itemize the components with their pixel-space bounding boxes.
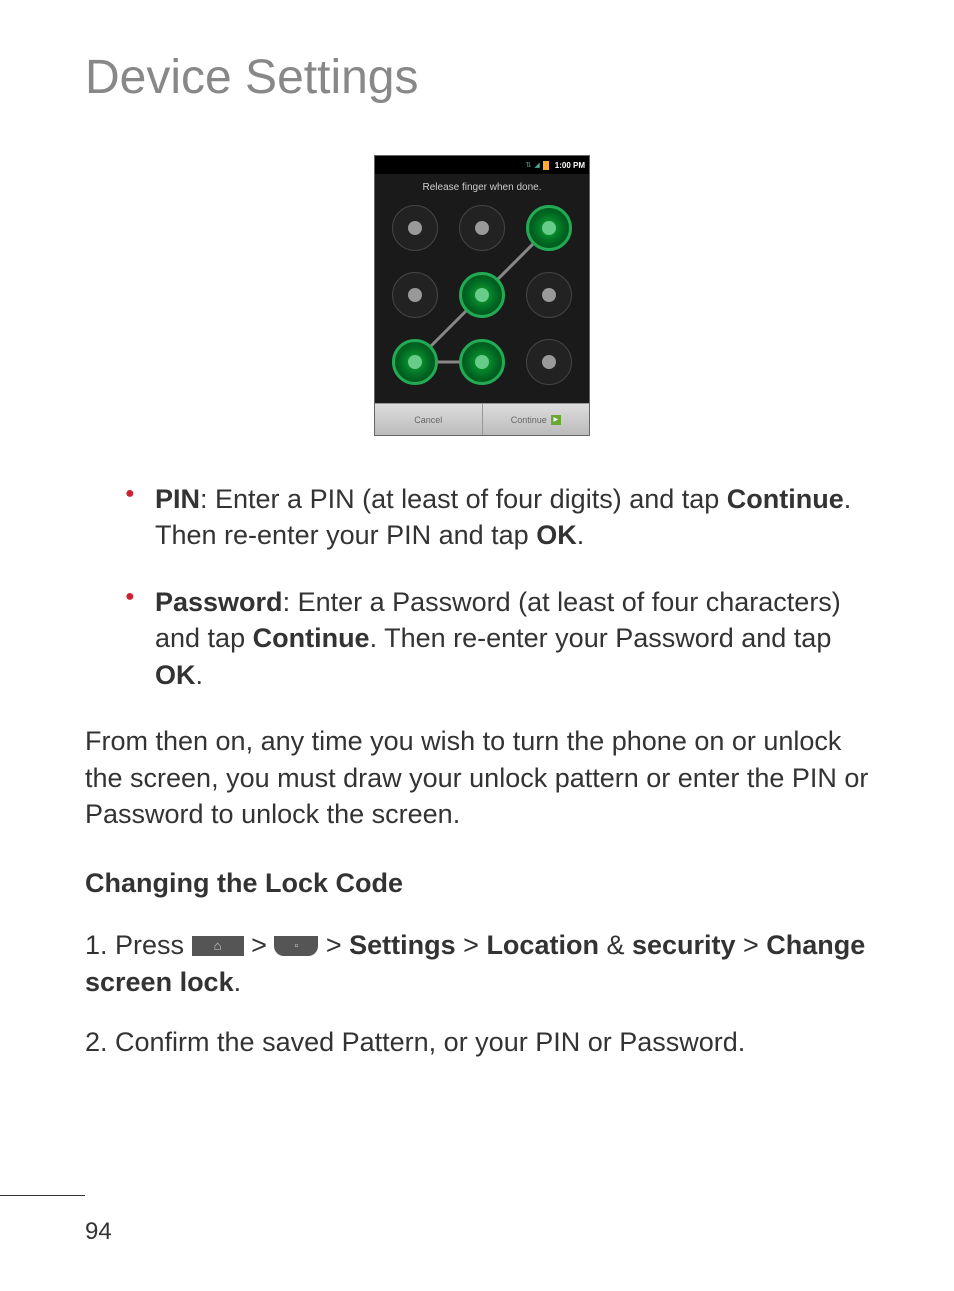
bold: Location [486,930,599,960]
phone-button-row: Cancel Continue ▶ [375,403,589,435]
bold: OK [536,520,577,550]
status-time: 1:00 PM [555,161,585,170]
pattern-dot-active [526,205,572,251]
pattern-grid [392,205,572,385]
pattern-dot [526,272,572,318]
bullet-pin: PIN: Enter a PIN (at least of four digit… [125,481,879,554]
page-number: 94 [85,1218,112,1246]
text: > [456,930,487,960]
text: . Then re-enter your Password and tap [370,623,832,653]
arrow-icon: ▶ [551,415,561,425]
status-bar: ⇅ ◢ 1:00 PM [375,156,589,174]
battery-icon [543,161,549,170]
network-icon: ⇅ [526,161,532,169]
bold: Continue [727,484,844,514]
continue-label: Continue [511,415,547,425]
pattern-dot-active [392,339,438,385]
pattern-dot [526,339,572,385]
pattern-dot [392,205,438,251]
text: . [234,967,242,997]
bold: OK [155,660,196,690]
text: > [736,930,767,960]
text: 1. Press [85,930,192,960]
text: . [577,520,585,550]
label: Password [155,587,283,617]
body-paragraph: From then on, any time you wish to turn … [85,723,879,832]
text: > [251,930,274,960]
footer-line [0,1195,85,1196]
bold: Settings [349,930,456,960]
pattern-instruction: Release finger when done. [375,174,589,205]
bullet-list: PIN: Enter a PIN (at least of four digit… [85,481,879,693]
text: : Enter a PIN (at least of four digits) … [200,484,727,514]
step-2: 2. Confirm the saved Pattern, or your PI… [85,1024,879,1062]
label: PIN [155,484,200,514]
text: > [326,930,349,960]
phone-screenshot: ⇅ ◢ 1:00 PM Release finger when done. Ca… [85,155,879,436]
page-title: Device Settings [85,50,879,105]
signal-icon: ◢ [534,161,539,169]
pattern-dot [459,205,505,251]
continue-button: Continue ▶ [483,404,590,435]
section-heading: Changing the Lock Code [85,868,879,899]
bullet-password: Password: Enter a Password (at least of … [125,584,879,693]
cancel-button: Cancel [375,404,483,435]
pattern-dot [392,272,438,318]
menu-icon [274,936,318,956]
bold: security [632,930,736,960]
text: . [196,660,204,690]
bold: Continue [253,623,370,653]
step-1: 1. Press > > Settings > Location & secur… [85,927,879,1003]
pattern-dot-active [459,339,505,385]
phone-screen: ⇅ ◢ 1:00 PM Release finger when done. Ca… [374,155,590,436]
home-icon [192,936,244,956]
pattern-dot-active [459,272,505,318]
text: & [599,930,632,960]
